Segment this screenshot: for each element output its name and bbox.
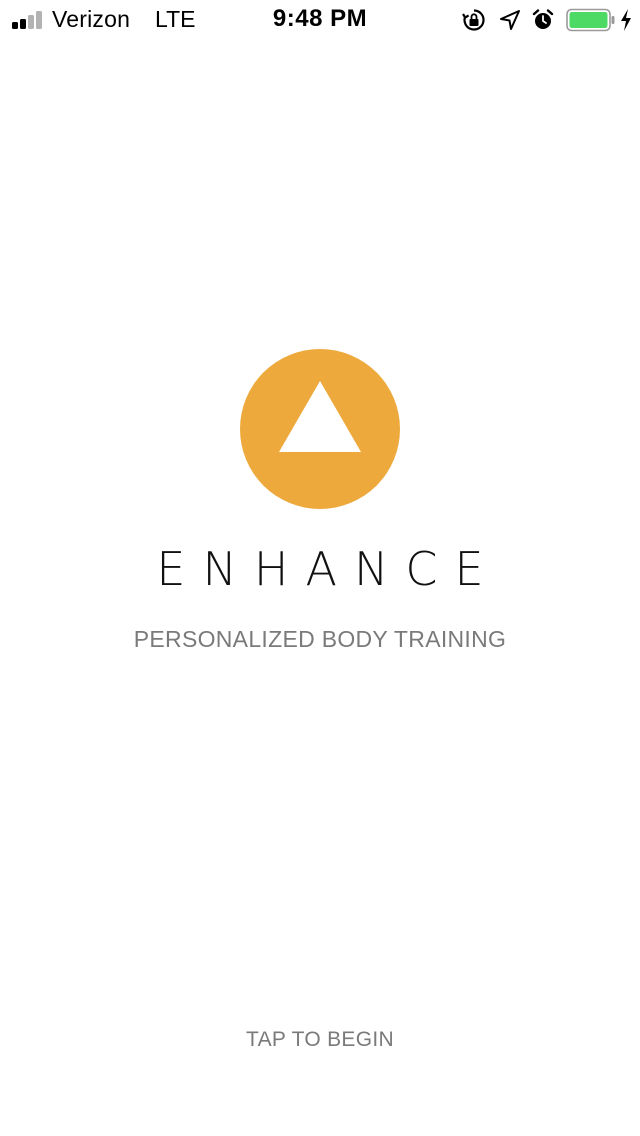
- status-icons: [462, 7, 632, 33]
- tagline: PERSONALIZED BODY TRAINING: [133, 626, 507, 652]
- charging-bolt-icon: [621, 9, 631, 31]
- tap-to-begin-button[interactable]: TAP TO BEGIN: [200, 1020, 440, 1060]
- location-arrow-icon: [500, 10, 520, 30]
- status-bar: Verizon LTE 9:48 PM: [0, 0, 640, 40]
- splash-screen: Verizon LTE 9:48 PM ENHANCE PERSONALIZED…: [0, 0, 640, 1136]
- triangle-icon: [279, 381, 361, 452]
- alarm-icon: [532, 9, 554, 29]
- app-logo: [240, 349, 400, 509]
- app-name: ENHANCE: [156, 542, 501, 596]
- battery-icon: [566, 8, 615, 32]
- orientation-lock-icon: [462, 9, 485, 31]
